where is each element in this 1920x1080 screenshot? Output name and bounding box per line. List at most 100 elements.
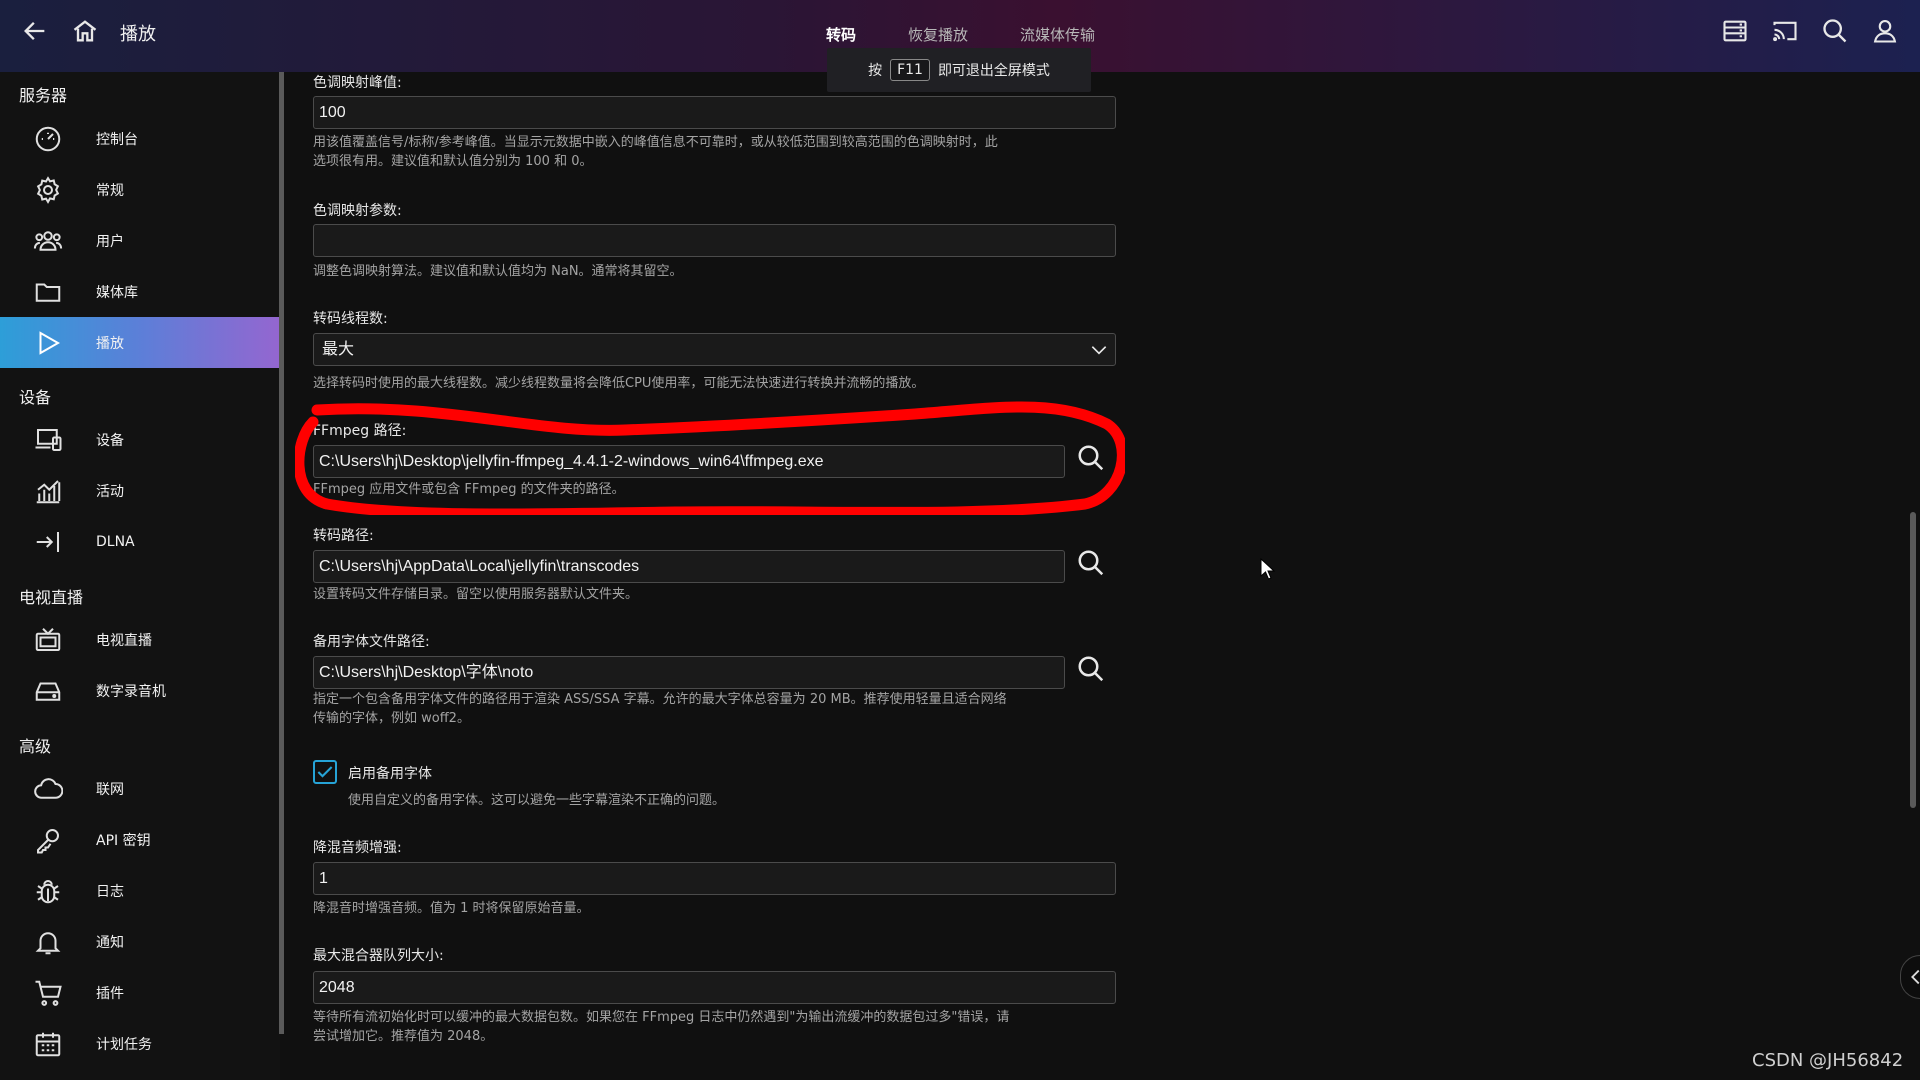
threads-label: 转码线程数: [313, 311, 388, 327]
sidebar-item-label: API 密钥 [96, 832, 151, 849]
sidebar-item-label: 通知 [96, 934, 124, 951]
main-scrollbar[interactable] [1910, 512, 1916, 808]
fallback-font-label: 备用字体文件路径: [313, 634, 430, 650]
bell-icon [32, 926, 64, 958]
enable-fallback-font-checkbox[interactable] [313, 760, 337, 784]
sidebar-item-dlna[interactable]: DLNA [0, 516, 280, 567]
fallback-font-desc-line2: 传输的字体，例如 woff2。 [313, 711, 470, 726]
muxer-queue-input[interactable]: 2048 [313, 971, 1116, 1004]
downmix-boost-label: 降混音频增强: [313, 840, 402, 856]
section-title-advanced: 高级 [19, 737, 52, 756]
tab-bar: 转码 恢复播放 流媒体传输 [826, 24, 1147, 49]
sidebar-item-devices[interactable]: 设备 [0, 414, 280, 465]
tv-icon [32, 624, 64, 656]
sidebar-item-scheduled-tasks[interactable]: 计划任务 [0, 1018, 280, 1069]
transcode-path-desc: 设置转码文件存储目录。留空以使用服务器默认文件夹。 [313, 587, 639, 602]
sidebar-item-api-keys[interactable]: API 密钥 [0, 814, 280, 865]
login-arrow-icon [32, 526, 64, 558]
activity-chart-icon [32, 475, 64, 507]
gear-icon [32, 174, 64, 206]
enable-fallback-font-desc: 使用自定义的备用字体。这可以避免一些字幕渲染不正确的问题。 [348, 793, 726, 808]
sidebar-item-label: 控制台 [96, 131, 138, 148]
dashboard-icon [32, 123, 64, 155]
chevron-down-icon [1091, 346, 1107, 355]
sidebar-item-label: 设备 [96, 432, 124, 449]
sidebar-scrollbar[interactable] [279, 72, 284, 1034]
folder-icon [32, 276, 64, 308]
ffmpeg-browse-search-icon[interactable] [1076, 443, 1106, 473]
dvr-icon [32, 675, 64, 707]
sidebar-item-notifications[interactable]: 通知 [0, 916, 280, 967]
sidebar-item-label: 日志 [96, 883, 124, 900]
ffmpeg-path-desc: FFmpeg 应用文件或包含 FFmpeg 的文件夹的路径。 [313, 482, 625, 497]
fallback-font-desc-line1: 指定一个包含备用字体文件的路径用于渲染 ASS/SSA 字幕。允许的最大字体总容… [313, 692, 1007, 707]
muxer-queue-label: 最大混合器队列大小: [313, 948, 444, 964]
sidebar-item-activity[interactable]: 活动 [0, 465, 280, 516]
tonemap-peak-desc-line1: 用该值覆盖信号/标称/参考峰值。当显示元数据中嵌入的峰值信息不可靠时，或从较低范… [313, 135, 998, 150]
sidebar-item-label: 媒体库 [96, 284, 138, 301]
ffmpeg-path-input[interactable]: C:\Users\hj\Desktop\jellyfin-ffmpeg_4.4.… [313, 445, 1065, 478]
threads-select[interactable]: 最大 [313, 333, 1116, 366]
transcode-path-input[interactable]: C:\Users\hj\AppData\Local\jellyfin\trans… [313, 550, 1065, 583]
sidebar-item-label: 常规 [96, 182, 124, 199]
tonemap-param-input[interactable] [313, 224, 1116, 257]
sidebar-item-logs[interactable]: 日志 [0, 865, 280, 916]
sidebar-item-label: 计划任务 [96, 1036, 152, 1053]
downmix-boost-input[interactable]: 1 [313, 862, 1116, 895]
tonemap-peak-label: 色调映射峰值: [313, 75, 402, 91]
transcode-browse-search-icon[interactable] [1076, 548, 1106, 578]
threads-select-value: 最大 [322, 341, 355, 358]
sidebar-item-dashboard[interactable]: 控制台 [0, 113, 280, 164]
sidebar-item-playback[interactable]: 播放 [0, 317, 280, 368]
tab-resume[interactable]: 恢复播放 [908, 24, 968, 49]
transcode-path-label: 转码路径: [313, 528, 374, 544]
devices-icon [32, 424, 64, 456]
sidebar-item-label: 联网 [96, 781, 124, 798]
muxer-queue-desc-line1: 等待所有流初始化时可以缓冲的最大数据包数。如果您在 FFmpeg 日志中仍然遇到… [313, 1010, 1010, 1025]
bug-icon [32, 875, 64, 907]
tonemap-peak-desc-line2: 选项很有用。建议值和默认值分别为 100 和 0。 [313, 154, 593, 169]
home-icon[interactable] [70, 16, 100, 46]
chevron-left-icon [1911, 969, 1920, 985]
sidebar-item-label: 用户 [96, 233, 124, 250]
sidebar-item-users[interactable]: 用户 [0, 215, 280, 266]
sidebar-item-livetv[interactable]: 电视直播 [0, 614, 280, 665]
sidebar: 服务器 控制台 常规 用户 媒体库 播放 设备 设备 活动 DLNA 电视直播 … [0, 72, 280, 1080]
back-arrow-icon[interactable] [20, 16, 50, 46]
cloud-icon [32, 773, 64, 805]
play-icon [32, 327, 64, 359]
search-icon[interactable] [1820, 16, 1850, 46]
section-title-devices: 设备 [19, 388, 52, 407]
user-icon[interactable] [1870, 16, 1900, 46]
mouse-cursor-icon [1260, 558, 1276, 580]
users-icon [32, 225, 64, 257]
page-title: 播放 [120, 24, 156, 45]
tonemap-param-label: 色调映射参数: [313, 203, 402, 219]
sidebar-item-dvr[interactable]: 数字录音机 [0, 665, 280, 716]
tonemap-peak-input[interactable]: 100 [313, 96, 1116, 129]
sidebar-item-label: 插件 [96, 985, 124, 1002]
cast-icon[interactable] [1770, 16, 1800, 46]
sidebar-item-label: 活动 [96, 483, 124, 500]
toast-prefix: 按 [868, 63, 883, 79]
toast-key: F11 [890, 59, 930, 81]
tab-streaming[interactable]: 流媒体传输 [1020, 24, 1095, 49]
fallback-font-input[interactable]: C:\Users\hj\Desktop\字体\noto [313, 656, 1065, 689]
sidebar-item-plugins[interactable]: 插件 [0, 967, 280, 1018]
downmix-boost-desc: 降混音时增强音频。值为 1 时将保留原始音量。 [313, 901, 590, 916]
toast-suffix: 即可退出全屏模式 [937, 63, 1050, 79]
enable-fallback-font-label[interactable]: 启用备用字体 [348, 763, 432, 783]
server-icon[interactable] [1720, 16, 1750, 46]
sidebar-item-label: DLNA [96, 533, 135, 550]
side-panel-toggle[interactable] [1900, 955, 1920, 999]
sidebar-item-general[interactable]: 常规 [0, 164, 280, 215]
sidebar-item-label: 电视直播 [96, 632, 152, 649]
sidebar-item-label: 数字录音机 [96, 683, 166, 700]
sidebar-item-libraries[interactable]: 媒体库 [0, 266, 280, 317]
tab-transcoding[interactable]: 转码 [826, 24, 856, 49]
sidebar-item-networking[interactable]: 联网 [0, 763, 280, 814]
checkmark-icon [317, 766, 333, 778]
key-icon [32, 824, 64, 856]
calendar-icon [32, 1028, 64, 1060]
fallback-font-browse-search-icon[interactable] [1076, 654, 1106, 684]
